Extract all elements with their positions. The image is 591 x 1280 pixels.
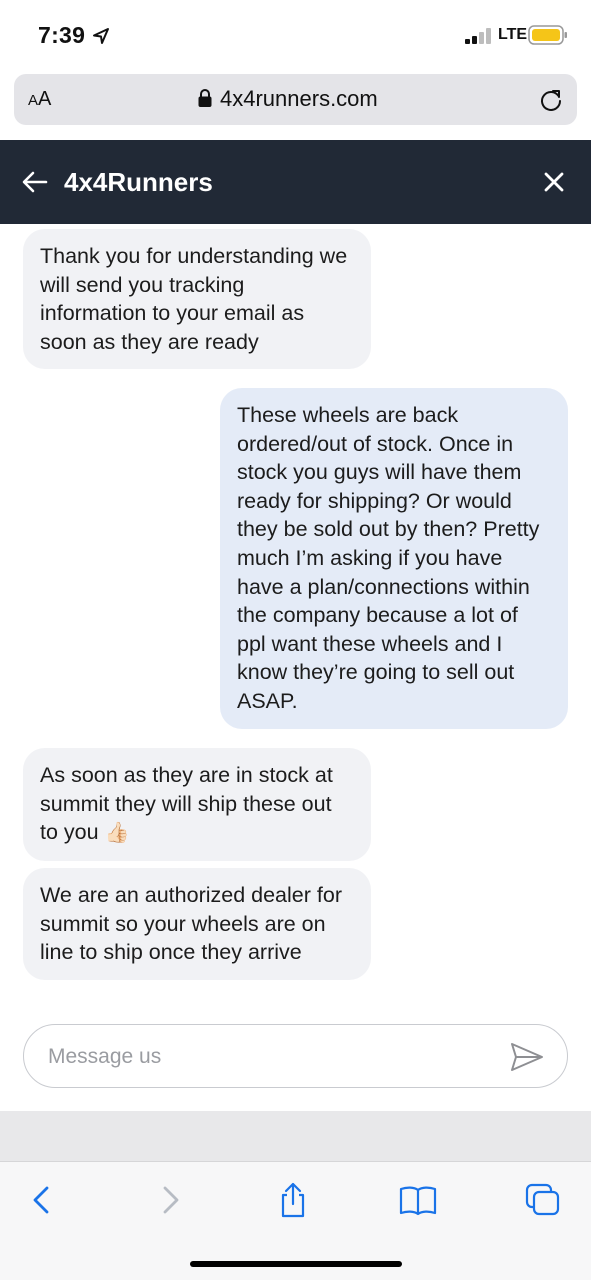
- tabs-icon[interactable]: [523, 1182, 563, 1218]
- chat-title: 4x4Runners: [64, 167, 213, 197]
- message-text: Thank you for understanding we will send…: [40, 244, 348, 354]
- network-type: LTE: [498, 26, 528, 43]
- cellular-signal-icon: [465, 28, 491, 44]
- agent-message: Thank you for understanding we will send…: [23, 229, 371, 370]
- status-time: 7:39: [38, 22, 86, 48]
- bookmarks-icon[interactable]: [398, 1182, 438, 1218]
- message-text: We are an authorized dealer for summit s…: [40, 883, 342, 965]
- battery-icon: [528, 25, 567, 45]
- forward-icon[interactable]: [150, 1182, 190, 1218]
- message-text: As soon as they are in stock at summit t…: [40, 763, 333, 845]
- status-bar: 7:39 LTE: [0, 0, 591, 70]
- chat-header: 4x4Runners: [0, 140, 591, 224]
- share-icon[interactable]: [273, 1182, 313, 1218]
- back-arrow-icon[interactable]: [22, 170, 48, 194]
- lock-icon: [198, 89, 212, 107]
- back-icon[interactable]: [22, 1182, 62, 1218]
- page-footer-strip: [0, 1111, 591, 1161]
- address-bar[interactable]: AA 4x4runners.com: [14, 74, 577, 125]
- close-icon[interactable]: [543, 171, 565, 193]
- location-arrow-icon: [93, 28, 109, 44]
- message-composer: [23, 1024, 568, 1088]
- agent-message: We are an authorized dealer for summit s…: [23, 868, 371, 980]
- message-list[interactable]: Thank you for understanding we will send…: [0, 224, 591, 1016]
- thumbs-up-emoji: 👍🏻: [104, 822, 130, 845]
- send-icon[interactable]: [509, 1041, 545, 1073]
- reload-icon[interactable]: [538, 87, 564, 113]
- home-indicator[interactable]: [190, 1261, 402, 1267]
- text-size-button[interactable]: AA: [28, 88, 51, 111]
- url-text[interactable]: 4x4runners.com: [220, 86, 378, 112]
- message-input[interactable]: [46, 1039, 490, 1075]
- user-message: These wheels are back ordered/out of sto…: [220, 388, 568, 729]
- message-text: These wheels are back ordered/out of sto…: [237, 403, 540, 713]
- agent-message: As soon as they are in stock at summit t…: [23, 748, 371, 861]
